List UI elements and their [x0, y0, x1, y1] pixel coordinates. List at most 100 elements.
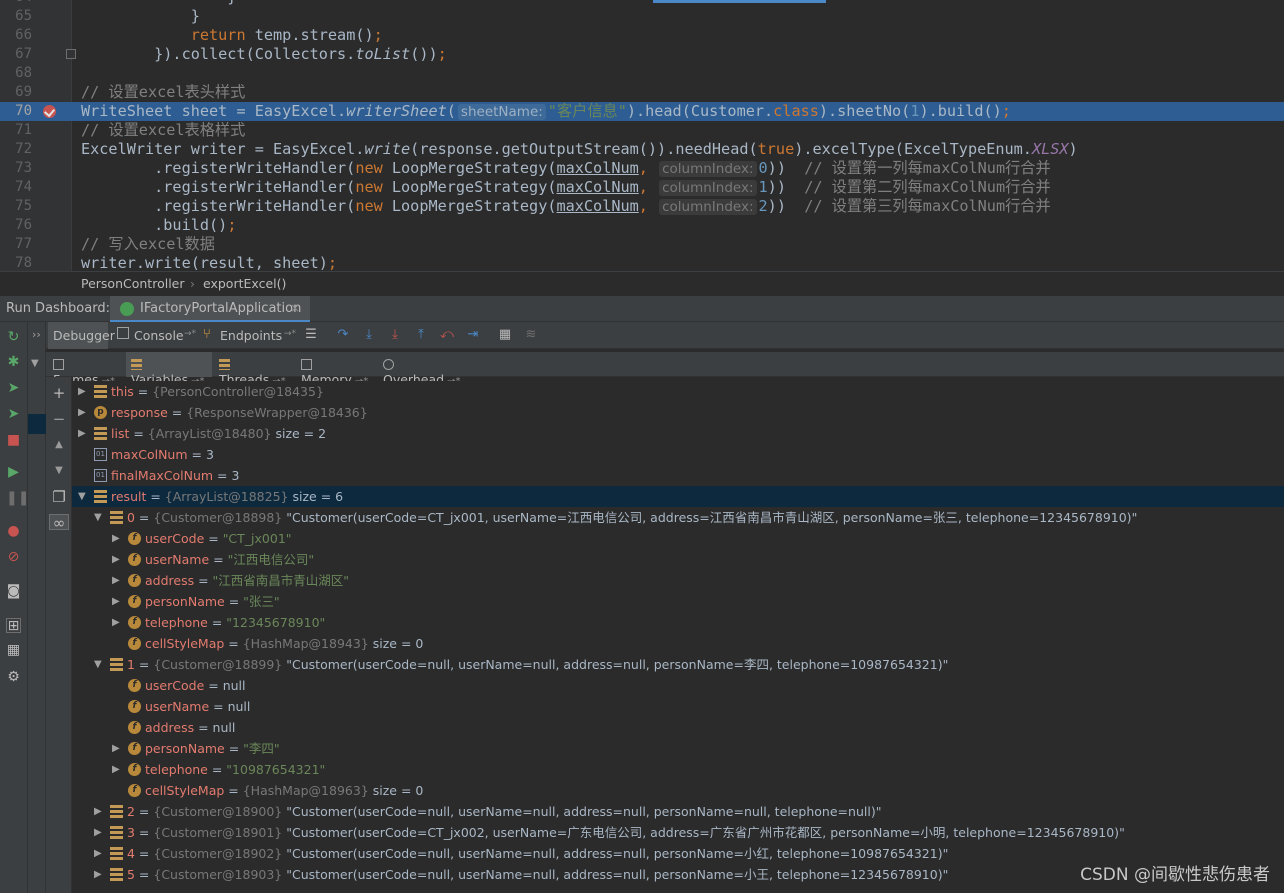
variable-row[interactable]: ▶ f telephone = "12345678910" — [72, 612, 1284, 633]
rerun-icon[interactable]: ↻ — [6, 330, 21, 345]
line-number[interactable]: 77 — [0, 235, 32, 254]
line-number[interactable]: 74 — [0, 178, 32, 197]
code-line[interactable]: 78 writer.write(result, sheet); — [0, 254, 1284, 271]
pause-icon[interactable]: ❚❚ — [6, 491, 29, 506]
expand-arrow-icon[interactable]: ▶ — [112, 549, 122, 570]
tab-console[interactable]: Console →* — [114, 322, 198, 349]
tab-memory[interactable]: Memory→* — [296, 352, 376, 387]
mute-breakpoints-icon[interactable]: ⊘ — [6, 550, 21, 565]
line-number[interactable]: 70 — [0, 102, 32, 121]
tab-endpoints[interactable]: ⑂ Endpoints →* — [200, 322, 298, 349]
variable-row[interactable]: f userCode = null — [72, 675, 1284, 696]
expand-arrow-icon[interactable]: ▶ — [78, 402, 88, 423]
tab-frames[interactable]: Frames→* — [48, 352, 124, 387]
move-down-icon[interactable]: ▼ — [51, 463, 67, 479]
debug-run-icon[interactable]: ➤ — [6, 407, 21, 422]
variable-row[interactable]: ▶ f userCode = "CT_jx001" — [72, 528, 1284, 549]
line-number[interactable]: 64 — [0, 0, 32, 7]
code-line[interactable]: 74 .registerWriteHandler(new LoopMergeSt… — [0, 178, 1284, 197]
fold-icon[interactable] — [66, 49, 76, 59]
variable-row[interactable]: ▶ f personName = "张三" — [72, 591, 1284, 612]
expand-icon[interactable]: ›› — [32, 328, 41, 341]
line-number[interactable]: 69 — [0, 83, 32, 102]
collapse-arrow-icon[interactable]: ▼ — [94, 507, 104, 528]
breakpoint-icon[interactable] — [43, 105, 56, 118]
grid-icon[interactable]: ▦ — [6, 643, 21, 658]
code-line[interactable]: 64 } — [0, 0, 1284, 7]
line-number[interactable]: 65 — [0, 7, 32, 26]
expand-arrow-icon[interactable]: ▶ — [78, 381, 88, 402]
code-line[interactable]: 68 — [0, 64, 1284, 83]
line-number[interactable]: 75 — [0, 197, 32, 216]
variable-row[interactable]: f cellStyleMap = {HashMap@18963} size = 0 — [72, 780, 1284, 801]
variable-row[interactable]: ▶ 2 = {Customer@18900} "Customer(userCode… — [72, 801, 1284, 822]
code-line[interactable]: 67 }).collect(Collectors.toList()); — [0, 45, 1284, 64]
variable-row[interactable]: ▶ f telephone = "10987654321" — [72, 759, 1284, 780]
selected-frame[interactable] — [28, 414, 46, 434]
expand-arrow-icon[interactable]: ▶ — [112, 612, 122, 633]
code-line[interactable]: 71 // 设置excel表格样式 — [0, 121, 1284, 140]
copy-icon[interactable]: ❐ — [51, 489, 67, 505]
variable-row[interactable]: ▶ p response = {ResponseWrapper@18436} — [72, 402, 1284, 423]
breadcrumb-class[interactable]: PersonController — [81, 276, 185, 291]
step-over-icon[interactable]: ↷ — [336, 328, 350, 342]
variable-row[interactable]: ▶ 3 = {Customer@18901} "Customer(userCode… — [72, 822, 1284, 843]
variable-row[interactable]: f address = null — [72, 717, 1284, 738]
variable-row[interactable]: ▶ f address = "江西省南昌市青山湖区" — [72, 570, 1284, 591]
expand-arrow-icon[interactable]: ▶ — [94, 864, 104, 885]
code-line[interactable]: 72 ExcelWriter writer = EasyExcel.write(r… — [0, 140, 1284, 159]
expand-arrow-icon[interactable]: ▶ — [112, 570, 122, 591]
variable-row[interactable]: ▶ this = {PersonController@18435} — [72, 381, 1284, 402]
force-step-into-icon[interactable]: ⤓ — [388, 328, 402, 342]
debug-icon[interactable]: ✱ — [6, 355, 21, 370]
collapse-arrow-icon[interactable]: ▼ — [31, 358, 39, 369]
tab-variables[interactable]: Variables→* — [126, 352, 212, 387]
expand-arrow-icon[interactable]: ▶ — [94, 822, 104, 843]
stop-icon[interactable]: ■ — [6, 433, 21, 448]
settings-icon[interactable]: ⚙ — [6, 670, 21, 685]
expand-arrow-icon[interactable]: ▶ — [94, 843, 104, 864]
close-icon[interactable]: × — [290, 301, 300, 315]
expand-arrow-icon[interactable]: ▶ — [112, 528, 122, 549]
line-number[interactable]: 72 — [0, 140, 32, 159]
run-icon[interactable]: ➤ — [6, 381, 21, 396]
code-line[interactable]: 66 return temp.stream(); — [0, 26, 1284, 45]
collapse-arrow-icon[interactable]: ▼ — [78, 486, 88, 507]
step-into-icon[interactable]: ⤓ — [362, 328, 376, 342]
remove-watch-icon[interactable]: − — [51, 411, 67, 427]
frames-collapsed-panel[interactable]: ›› ▼ — [28, 322, 46, 893]
line-number[interactable]: 67 — [0, 45, 32, 64]
line-number[interactable]: 78 — [0, 254, 32, 271]
variable-row[interactable]: ▶ list = {ArrayList@18480} size = 2 — [72, 423, 1284, 444]
variable-row[interactable]: ▶ f userName = "江西电信公司" — [72, 549, 1284, 570]
variable-row[interactable]: 01 maxColNum = 3 — [72, 444, 1284, 465]
line-number[interactable]: 66 — [0, 26, 32, 45]
show-watches-icon[interactable]: ∞ — [49, 514, 69, 531]
tab-debugger[interactable]: Debugger — [48, 322, 115, 349]
variable-row[interactable]: 01 finalMaxColNum = 3 — [72, 465, 1284, 486]
tab-threads[interactable]: Threads→* — [214, 352, 294, 387]
layout-icon[interactable]: ⊞ — [6, 618, 21, 634]
pin-icon[interactable]: →* — [184, 329, 196, 339]
code-line[interactable]: 77 // 写入excel数据 — [0, 235, 1284, 254]
variables-tree[interactable]: ▶ this = {PersonController@18435} ▶ p respon… — [72, 381, 1284, 893]
code-line[interactable]: 65 } — [0, 7, 1284, 26]
drop-frame-icon[interactable]: ⤺ — [440, 328, 454, 342]
step-out-icon[interactable]: ⤒ — [414, 328, 428, 342]
line-number[interactable]: 71 — [0, 121, 32, 140]
code-line[interactable]: 70 WriteSheet sheet = EasyExcel.writerShe… — [0, 102, 1284, 121]
evaluate-expression-icon[interactable]: ▦ — [498, 328, 512, 342]
expand-arrow-icon[interactable]: ▶ — [112, 738, 122, 759]
expand-arrow-icon[interactable]: ▶ — [94, 801, 104, 822]
tab-ifactory-portal-application[interactable]: IFactoryPortalApplication × — [110, 296, 310, 322]
pin-icon[interactable]: →* — [284, 329, 296, 339]
line-number[interactable]: 73 — [0, 159, 32, 178]
line-number[interactable]: 68 — [0, 64, 32, 83]
view-breakpoints-icon[interactable]: ● — [6, 524, 21, 539]
expand-arrow-icon[interactable]: ▶ — [112, 591, 122, 612]
camera-icon[interactable]: ◙ — [6, 584, 21, 599]
run-to-cursor-icon[interactable]: ⇥ — [466, 328, 480, 342]
breadcrumb-method[interactable]: exportExcel() — [203, 276, 286, 291]
code-line[interactable]: 75 .registerWriteHandler(new LoopMergeSt… — [0, 197, 1284, 216]
variable-row[interactable]: f userName = null — [72, 696, 1284, 717]
